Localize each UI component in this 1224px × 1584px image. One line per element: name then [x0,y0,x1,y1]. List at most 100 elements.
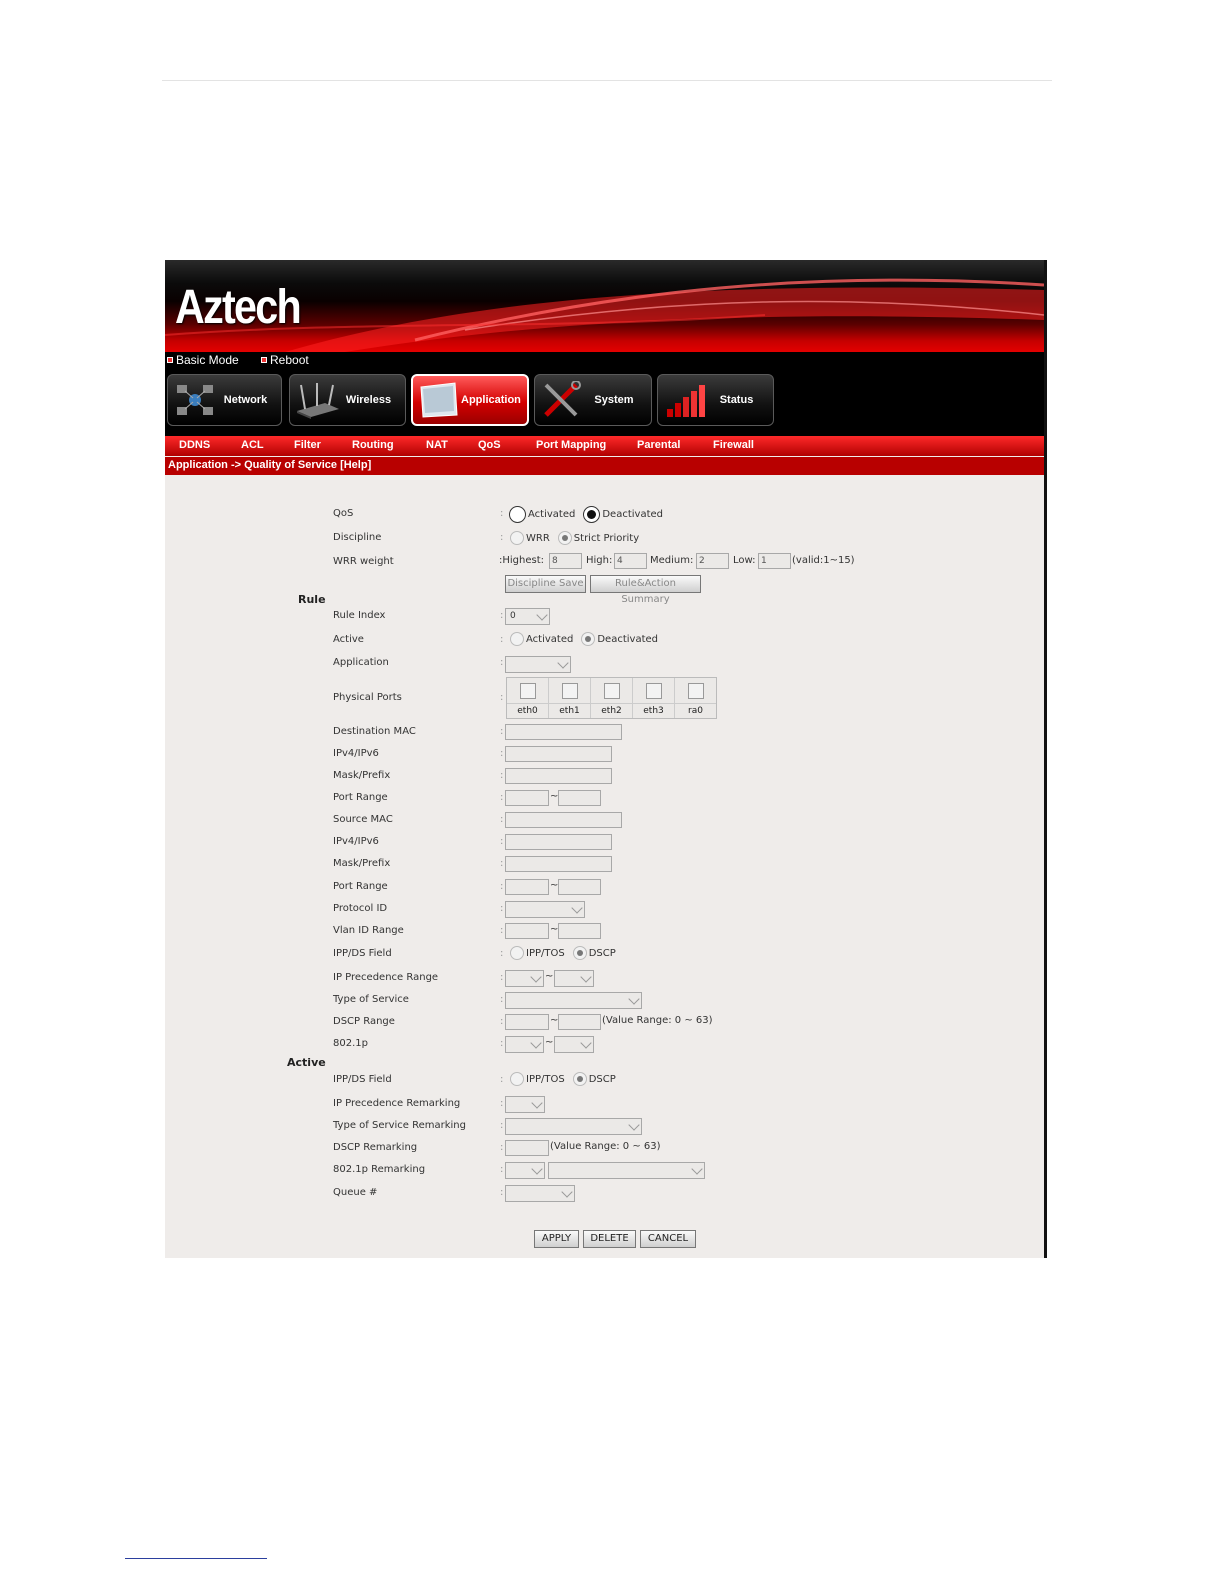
dot1p-remark-label: 802.1p Remarking [333,1164,426,1175]
wrr-low-input[interactable]: 1 [758,553,791,569]
subnav-port-mapping[interactable]: Port Mapping [536,439,606,451]
nav-system[interactable]: System [534,374,652,426]
nav-network[interactable]: Network [167,374,282,426]
tos-remark-select[interactable] [505,1118,642,1135]
ip-precedence-remark-label: IP Precedence Remarking [333,1098,461,1109]
breadcrumb[interactable]: Application -> Quality of Service [Help] [165,457,1044,475]
dot1p-label: 802.1p [333,1038,368,1049]
vlan-end-input[interactable] [558,923,601,939]
discipline-label: Discipline [333,532,382,543]
protocol-id-select[interactable] [505,901,585,918]
subnav-acl[interactable]: ACL [241,439,264,451]
nav-application[interactable]: Application [411,374,529,426]
wrr-high-input[interactable]: 4 [614,553,647,569]
src-port-end-input[interactable] [558,879,601,895]
subnav-firewall[interactable]: Firewall [713,439,754,451]
src-port-range-label: Port Range [333,881,388,892]
qos-deactivated-radio[interactable] [583,506,601,523]
dscp-remark-input[interactable] [505,1140,549,1156]
chevron-down-icon [531,1097,543,1109]
discipline-wrr-radio[interactable] [510,531,524,545]
chevron-down-icon [530,1037,542,1049]
wrr-medium-input[interactable]: 2 [696,553,729,569]
src-mask-label: Mask/Prefix [333,858,391,869]
dest-ip-input[interactable] [505,746,612,762]
apply-button[interactable]: APPLY [534,1230,579,1248]
dscp-range-label: DSCP Range [333,1016,395,1027]
nav-status[interactable]: Status [657,374,774,426]
rule-deactivated-radio[interactable] [581,632,596,646]
tos-remark-label: Type of Service Remarking [333,1120,466,1131]
port-eth1-checkbox[interactable] [561,683,578,699]
dot1p-start-select[interactable] [505,1036,544,1053]
bullet-icon [167,357,173,363]
wrr-medium-label: Medium: [650,555,694,566]
port-eth3-checkbox[interactable] [645,683,662,699]
application-label: Application [333,657,389,668]
subnav-nat[interactable]: NAT [426,439,448,451]
dest-mac-label: Destination MAC [333,726,416,737]
vlan-start-input[interactable] [505,923,549,939]
nav-wireless[interactable]: Wireless [289,374,406,426]
wrr-highest-input[interactable]: 8 [549,553,582,569]
dot1p-remark-queue-select[interactable] [548,1162,705,1179]
wireless-router-icon [294,380,340,420]
subnav-filter[interactable]: Filter [294,439,321,451]
action-dscp-radio[interactable] [572,1072,587,1086]
subnav-parental[interactable]: Parental [637,439,680,451]
dest-mac-input[interactable] [505,724,622,740]
application-select[interactable] [505,656,571,673]
port-ra0-checkbox[interactable] [687,683,704,699]
ip-precedence-end-select[interactable] [554,970,594,987]
page-top-rule [162,80,1052,81]
port-eth2-checkbox[interactable] [603,683,620,699]
ip-precedence-start-select[interactable] [505,970,544,987]
bullet-icon [261,357,267,363]
rule-action-summary-button[interactable]: Rule&Action Summary [590,575,701,605]
qos-activated-radio[interactable] [509,506,526,523]
brand-logo: Aztech [175,281,302,334]
reboot-link[interactable]: Reboot [261,353,309,367]
chevron-down-icon [530,971,542,983]
src-port-start-input[interactable] [505,879,549,895]
src-mac-input[interactable] [505,812,622,828]
dest-ip-label: IPv4/IPv6 [333,748,379,759]
cancel-button[interactable]: CANCEL [640,1230,696,1248]
dest-port-start-input[interactable] [505,790,549,806]
rule-ipptos-radio[interactable] [510,946,524,960]
port-eth2: eth2 [591,678,633,718]
chevron-down-icon [561,1186,573,1198]
delete-button[interactable]: DELETE [583,1230,636,1248]
rule-dscp-radio[interactable] [572,946,587,960]
dest-port-end-input[interactable] [558,790,601,806]
wrr-highest-label: : Highest: [499,555,545,566]
chevron-down-icon [691,1163,703,1175]
status-bars-icon [662,380,708,420]
src-mask-input[interactable] [505,856,612,872]
subnav-routing[interactable]: Routing [352,439,394,451]
ip-precedence-range-label: IP Precedence Range [333,972,439,983]
action-ipptos-radio[interactable] [510,1072,524,1086]
dot1p-remark-select[interactable] [505,1162,545,1179]
basic-mode-link[interactable]: Basic Mode [167,353,239,367]
src-ip-input[interactable] [505,834,612,850]
dscp-start-input[interactable] [505,1014,549,1030]
dscp-end-input[interactable] [558,1014,601,1030]
ip-precedence-remark-select[interactable] [505,1096,545,1113]
rule-activated-radio[interactable] [510,632,524,646]
discipline-strict-radio[interactable] [557,531,572,545]
subnav-qos[interactable]: QoS [478,439,501,451]
chevron-down-icon [557,657,569,669]
rule-ippds-radio-group: IPP/TOS DSCP [510,946,624,960]
port-eth0-checkbox[interactable] [519,683,536,699]
dot1p-end-select[interactable] [554,1036,594,1053]
discipline-save-button[interactable]: Discipline Save [505,575,586,593]
dest-mask-input[interactable] [505,768,612,784]
queue-select[interactable] [505,1185,575,1202]
tos-label: Type of Service [333,994,409,1005]
wrr-weight-label: WRR weight [333,556,394,567]
application-icon [417,380,461,420]
rule-index-select[interactable]: 0 [505,608,550,625]
tos-select[interactable] [505,992,642,1009]
subnav-ddns[interactable]: DDNS [179,439,210,451]
